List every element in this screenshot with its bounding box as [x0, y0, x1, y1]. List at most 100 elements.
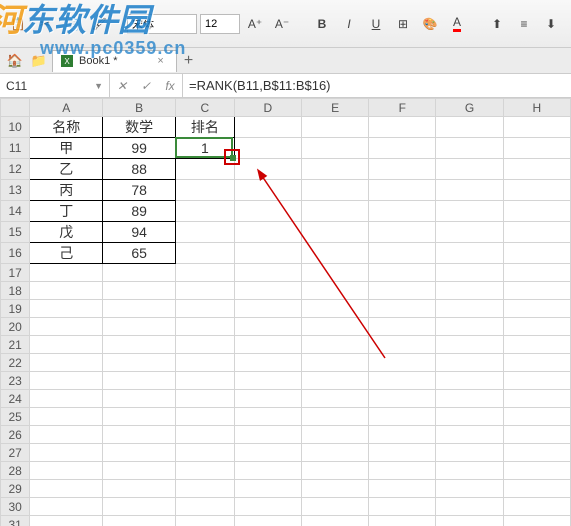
- cell-F12[interactable]: [369, 159, 436, 180]
- row-header-16[interactable]: 16: [1, 243, 30, 264]
- cell-G30[interactable]: [436, 498, 503, 516]
- cell-C25[interactable]: [176, 408, 235, 426]
- cell-G27[interactable]: [436, 444, 503, 462]
- cell-C11[interactable]: 1: [176, 138, 235, 159]
- cell-B12[interactable]: 88: [103, 159, 176, 180]
- cell-G11[interactable]: [436, 138, 503, 159]
- cell-E13[interactable]: [301, 180, 368, 201]
- cell-E21[interactable]: [301, 336, 368, 354]
- cell-E14[interactable]: [301, 201, 368, 222]
- cell-B13[interactable]: 78: [103, 180, 176, 201]
- cell-G10[interactable]: [436, 117, 503, 138]
- cell-D11[interactable]: [234, 138, 301, 159]
- cell-C31[interactable]: [176, 516, 235, 526]
- cell-B27[interactable]: [103, 444, 176, 462]
- column-header-G[interactable]: G: [436, 99, 503, 117]
- row-header-26[interactable]: 26: [1, 426, 30, 444]
- row-header-27[interactable]: 27: [1, 444, 30, 462]
- cell-A27[interactable]: [30, 444, 103, 462]
- cell-H26[interactable]: [503, 426, 570, 444]
- cell-H29[interactable]: [503, 480, 570, 498]
- cell-H18[interactable]: [503, 282, 570, 300]
- cell-E19[interactable]: [301, 300, 368, 318]
- cell-G19[interactable]: [436, 300, 503, 318]
- cell-E29[interactable]: [301, 480, 368, 498]
- cell-D29[interactable]: [234, 480, 301, 498]
- cell-H27[interactable]: [503, 444, 570, 462]
- cell-D13[interactable]: [234, 180, 301, 201]
- cell-F20[interactable]: [369, 318, 436, 336]
- cell-E25[interactable]: [301, 408, 368, 426]
- cell-D15[interactable]: [234, 222, 301, 243]
- cell-C15[interactable]: [176, 222, 235, 243]
- cell-D21[interactable]: [234, 336, 301, 354]
- cell-C21[interactable]: [176, 336, 235, 354]
- cell-D12[interactable]: [234, 159, 301, 180]
- cell-D28[interactable]: [234, 462, 301, 480]
- cell-B30[interactable]: [103, 498, 176, 516]
- row-header-20[interactable]: 20: [1, 318, 30, 336]
- cell-D26[interactable]: [234, 426, 301, 444]
- cell-E15[interactable]: [301, 222, 368, 243]
- cell-F15[interactable]: [369, 222, 436, 243]
- cell-F27[interactable]: [369, 444, 436, 462]
- row-header-13[interactable]: 13: [1, 180, 30, 201]
- paste-button[interactable]: 📋: [6, 13, 30, 35]
- cell-E27[interactable]: [301, 444, 368, 462]
- cell-E12[interactable]: [301, 159, 368, 180]
- cell-A17[interactable]: [30, 264, 103, 282]
- cell-F31[interactable]: [369, 516, 436, 526]
- cell-H24[interactable]: [503, 390, 570, 408]
- cell-H10[interactable]: [503, 117, 570, 138]
- cell-D17[interactable]: [234, 264, 301, 282]
- italic-button[interactable]: I: [337, 13, 361, 35]
- row-header-12[interactable]: 12: [1, 159, 30, 180]
- cell-C17[interactable]: [176, 264, 235, 282]
- cell-G12[interactable]: [436, 159, 503, 180]
- cancel-formula-button[interactable]: ✕: [110, 79, 134, 93]
- cell-G23[interactable]: [436, 372, 503, 390]
- row-header-10[interactable]: 10: [1, 117, 30, 138]
- column-header-B[interactable]: B: [103, 99, 176, 117]
- cell-E18[interactable]: [301, 282, 368, 300]
- cell-H23[interactable]: [503, 372, 570, 390]
- row-header-30[interactable]: 30: [1, 498, 30, 516]
- cell-D31[interactable]: [234, 516, 301, 526]
- cell-G13[interactable]: [436, 180, 503, 201]
- cell-B16[interactable]: 65: [103, 243, 176, 264]
- align-bottom-button[interactable]: ⬇: [539, 13, 563, 35]
- row-header-17[interactable]: 17: [1, 264, 30, 282]
- cell-B24[interactable]: [103, 390, 176, 408]
- row-header-14[interactable]: 14: [1, 201, 30, 222]
- fill-handle[interactable]: [230, 155, 236, 161]
- cell-C19[interactable]: [176, 300, 235, 318]
- cell-F18[interactable]: [369, 282, 436, 300]
- cell-D27[interactable]: [234, 444, 301, 462]
- cell-H30[interactable]: [503, 498, 570, 516]
- align-left-button[interactable]: ≡: [566, 13, 571, 35]
- cell-B22[interactable]: [103, 354, 176, 372]
- cell-C27[interactable]: [176, 444, 235, 462]
- cell-C18[interactable]: [176, 282, 235, 300]
- cell-F22[interactable]: [369, 354, 436, 372]
- cell-B10[interactable]: 数学: [103, 117, 176, 138]
- cell-A20[interactable]: [30, 318, 103, 336]
- cell-A10[interactable]: 名称: [30, 117, 103, 138]
- cell-E31[interactable]: [301, 516, 368, 526]
- cell-G18[interactable]: [436, 282, 503, 300]
- cell-A24[interactable]: [30, 390, 103, 408]
- cell-H25[interactable]: [503, 408, 570, 426]
- cell-A23[interactable]: [30, 372, 103, 390]
- cell-A31[interactable]: [30, 516, 103, 526]
- cell-A14[interactable]: 丁: [30, 201, 103, 222]
- cell-F28[interactable]: [369, 462, 436, 480]
- cell-C30[interactable]: [176, 498, 235, 516]
- row-header-31[interactable]: 31: [1, 516, 30, 526]
- column-header-C[interactable]: C: [176, 99, 235, 117]
- font-color-button[interactable]: A: [445, 13, 469, 35]
- cell-G21[interactable]: [436, 336, 503, 354]
- cell-F10[interactable]: [369, 117, 436, 138]
- cell-D30[interactable]: [234, 498, 301, 516]
- cell-A26[interactable]: [30, 426, 103, 444]
- cell-A25[interactable]: [30, 408, 103, 426]
